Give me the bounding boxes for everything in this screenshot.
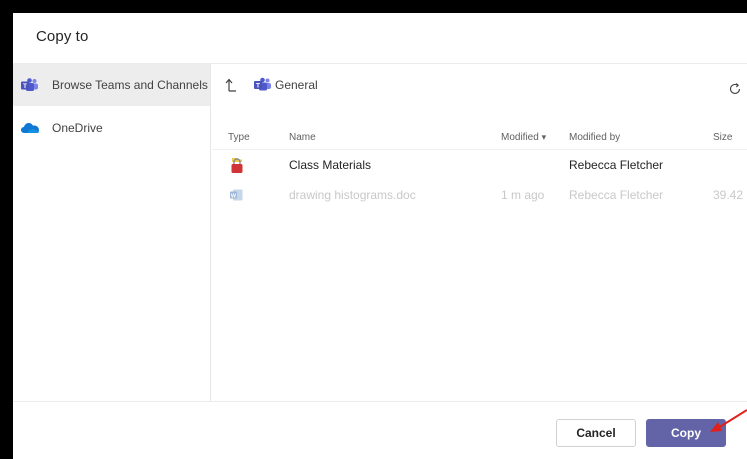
- copy-button[interactable]: Copy: [646, 419, 726, 447]
- svg-text:W: W: [231, 193, 237, 199]
- column-header-modified-by[interactable]: Modified by: [569, 132, 620, 143]
- copy-to-dialog: Copy to T Browse Teams and Channels OneD…: [13, 13, 747, 459]
- svg-text:T: T: [23, 83, 27, 90]
- svg-text:T: T: [256, 83, 260, 90]
- cancel-button[interactable]: Cancel: [556, 419, 636, 447]
- table-row[interactable]: Class Materials Rebecca Fletcher: [212, 150, 747, 180]
- file-name: Class Materials: [289, 158, 372, 172]
- sidebar: T Browse Teams and Channels OneDrive: [13, 64, 211, 401]
- teams-icon: T: [254, 77, 272, 92]
- file-modified-by: Rebecca Fletcher: [569, 158, 664, 172]
- teams-icon: T: [21, 78, 39, 92]
- column-header-modified[interactable]: Modified ▾: [501, 132, 546, 143]
- table-row: W drawing histograms.doc 1 m ago Rebecca…: [212, 180, 747, 210]
- location-bar: T General: [212, 64, 747, 106]
- column-header-name[interactable]: Name: [289, 132, 316, 143]
- sidebar-item-browse-teams[interactable]: T Browse Teams and Channels: [13, 64, 210, 106]
- refresh-icon[interactable]: [728, 82, 742, 96]
- sidebar-item-label: Browse Teams and Channels: [52, 78, 208, 92]
- sidebar-item-label: OneDrive: [52, 121, 103, 135]
- dialog-footer: Cancel Copy: [13, 402, 747, 459]
- dialog-title: Copy to: [36, 28, 89, 45]
- file-size: 39.42 KB: [713, 188, 747, 202]
- up-arrow-icon[interactable]: [225, 77, 239, 93]
- word-doc-icon: W: [230, 189, 243, 201]
- current-location-label: General: [275, 78, 318, 92]
- sort-descending-icon: ▾: [541, 132, 547, 142]
- folder-lock-icon: [230, 156, 244, 174]
- file-name: drawing histograms.doc: [289, 188, 416, 202]
- file-browser: T General Type Name Modified ▾ Modified …: [212, 64, 747, 401]
- column-header-type[interactable]: Type: [228, 132, 250, 143]
- file-modified: 1 m ago: [501, 188, 545, 202]
- sidebar-item-onedrive[interactable]: OneDrive: [13, 107, 210, 149]
- column-header-size[interactable]: Size: [713, 132, 732, 143]
- column-header-modified-label: Modified: [501, 132, 539, 143]
- file-modified-by: Rebecca Fletcher: [569, 188, 664, 202]
- onedrive-icon: [21, 121, 39, 135]
